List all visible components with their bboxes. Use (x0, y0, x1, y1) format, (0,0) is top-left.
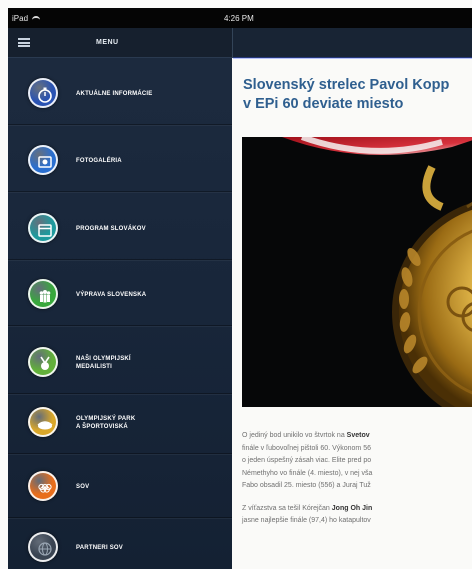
status-bar: iPad 4:26 PM (8, 8, 472, 28)
menu-item-aktualne-informacie[interactable]: AKTUÁLNE INFORMÁCIE (8, 65, 232, 125)
menu-item-label: NAŠI OLYMPIJSKÍ MEDAILISTI (76, 356, 131, 370)
medal-icon (28, 347, 58, 377)
article-header-bar (232, 28, 472, 59)
clock: 4:26 PM (224, 14, 254, 23)
paragraph-2-lead: Z víťazstva sa tešil Kórejčan (242, 504, 332, 512)
globe-icon (28, 532, 58, 562)
paragraph-2-rest: jasne najlepšie finále (97,4) ho katapul… (242, 517, 371, 524)
article-paragraph-2: Z víťazstva sa tešil Kórejčan Jong Oh Ji… (242, 503, 472, 528)
menu-item-label: AKTUÁLNE INFORMÁCIE (76, 91, 153, 97)
menu-item-sov[interactable]: SOV (8, 458, 232, 518)
article-title: Slovenský strelec Pavol Kopp v EPi 60 de… (243, 77, 450, 112)
menu-item-label: PROGRAM SLOVÁKOV (76, 226, 146, 232)
menu-item-olympijsky-park-a-sportoviska[interactable]: OLYMPIJSKÝ PARK A ŠPORTOVISKÁ (8, 394, 232, 454)
rings-icon (28, 471, 58, 501)
menu-title: MENU (96, 39, 119, 46)
wifi-icon (32, 15, 41, 22)
menu-item-label: FOTOGALÉRIA (76, 158, 122, 164)
paragraph-1-lead: O jediný bod unikilo vo štvrtok na (242, 432, 347, 439)
photo-icon (28, 145, 58, 175)
device-name: iPad (12, 14, 29, 23)
article-pane: Slovenský strelec Pavol Kopp v EPi 60 de… (232, 28, 472, 569)
menu-header: MENU (8, 28, 232, 58)
paragraph-2-bold: Jong Oh Jin (331, 504, 373, 512)
menu-item-nasi-olympijski-medailisti[interactable]: NAŠI OLYMPIJSKÍ MEDAILISTI (8, 334, 232, 394)
menu-item-label: VÝPRAVA SLOVENSKA (76, 292, 147, 298)
menu-item-fotogaleria[interactable]: FOTOGALÉRIA (8, 132, 232, 192)
stopwatch-icon (28, 78, 58, 108)
stadium-icon (28, 407, 58, 437)
menu-item-vyprava-slovenska[interactable]: VÝPRAVA SLOVENSKA (8, 266, 232, 326)
menu-item-program-slovakov[interactable]: PROGRAM SLOVÁKOV (8, 200, 232, 260)
menu-icon[interactable] (18, 38, 30, 47)
calendar-icon (28, 213, 58, 243)
app-frame: iPad 4:26 PM MENU AKTUÁLNE INFORMÁCIE FOT… (0, 0, 472, 569)
paragraph-1-bold: Svetov (346, 432, 370, 439)
menu-item-label: OLYMPIJSKÝ PARK A ŠPORTOVISKÁ (76, 416, 136, 430)
sidebar-menu: MENU AKTUÁLNE INFORMÁCIE FOTOGALÉRIA PROGR… (8, 28, 232, 569)
menu-item-label: SOV (76, 484, 90, 490)
medal-photo (242, 137, 472, 407)
menu-item-partneri-sov[interactable]: PARTNERI SOV (8, 519, 232, 569)
team-icon (28, 279, 58, 309)
menu-item-label: PARTNERI SOV (76, 545, 123, 551)
gold-medal-image (242, 137, 472, 407)
device-label: iPad (12, 14, 41, 23)
paragraph-1-rest: finále v ľubovoľnej pištoli 60. Výkonom … (242, 444, 373, 490)
article-body: O jediný bod unikilo vo štvrtok na Sveto… (242, 430, 472, 538)
article-paragraph-1: O jediný bod unikilo vo štvrtok na Sveto… (242, 430, 472, 493)
